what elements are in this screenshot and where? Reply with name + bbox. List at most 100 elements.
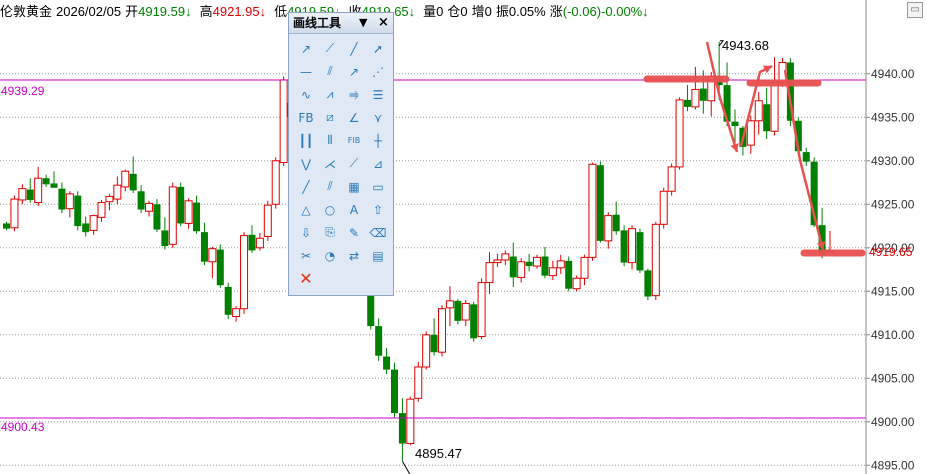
grid-icon[interactable]: ▦ bbox=[343, 176, 365, 197]
candle bbox=[145, 200, 154, 217]
palette-icon[interactable]: ◔ bbox=[319, 245, 341, 266]
candle bbox=[414, 361, 423, 402]
dual-slash-icon[interactable]: ⫽ bbox=[319, 176, 341, 197]
candle-body bbox=[121, 170, 130, 188]
gann-fan-icon[interactable]: ⟋ bbox=[343, 153, 365, 174]
candle-body bbox=[145, 202, 154, 212]
horizontal-levels bbox=[0, 40, 866, 474]
swap-icon[interactable]: ⇄ bbox=[343, 245, 365, 266]
up-arrow-icon[interactable]: ↗ bbox=[343, 61, 365, 82]
candle-body bbox=[636, 232, 644, 271]
candle-body bbox=[691, 88, 700, 108]
candle-body bbox=[97, 202, 106, 218]
candle bbox=[232, 306, 241, 322]
text-box-icon[interactable]: ☰ bbox=[367, 84, 389, 105]
down-arrow-mark-icon[interactable]: ⇩ bbox=[295, 222, 317, 243]
candle-body bbox=[137, 191, 145, 210]
candle bbox=[240, 232, 249, 314]
chart-settings-icon[interactable]: ▭ bbox=[907, 2, 923, 18]
toolbox-menu-icon[interactable]: ▼ bbox=[359, 13, 367, 33]
candle-body bbox=[683, 99, 691, 107]
candle bbox=[184, 198, 193, 229]
segment-icon[interactable]: ╱ bbox=[343, 38, 365, 59]
candle-body bbox=[422, 334, 431, 368]
candle-body bbox=[770, 82, 779, 132]
circle-icon[interactable]: ○ bbox=[319, 199, 341, 220]
drawing-toolbox[interactable]: 画线工具 ▼ × ↗ ⟋ ╱ ➚ — ⫽ ↗ ⋰ ∿ ⩘ ⥤ ☰ FB ⧄ ∠ ⋎ ┃┃ ⦀ FIB ┼ ⋁ ⋌ ⟋ ⊿ ╱ ⫽ ▦… bbox=[288, 12, 394, 296]
trend-arrow-icon[interactable]: ➚ bbox=[367, 38, 389, 59]
candle-body bbox=[596, 165, 604, 241]
candle-body bbox=[89, 215, 98, 231]
candle-body bbox=[461, 302, 470, 321]
amplitude: 振0.05% bbox=[495, 4, 546, 19]
eraser-icon[interactable]: ⌫ bbox=[367, 222, 389, 243]
candle bbox=[50, 171, 58, 188]
ruler-icon[interactable]: ▤ bbox=[367, 245, 389, 266]
candle-body bbox=[105, 195, 114, 203]
parallel-line-icon[interactable]: ⫽ bbox=[319, 61, 341, 82]
candle bbox=[659, 187, 668, 229]
wave-icon[interactable]: ∿ bbox=[295, 84, 317, 105]
text-icon[interactable]: A bbox=[343, 199, 365, 220]
vertical-lines-icon[interactable]: ┃┃ bbox=[295, 130, 317, 151]
fib-fan-icon[interactable]: ⧄ bbox=[319, 107, 341, 128]
arrow-line-icon[interactable]: ↗ bbox=[295, 38, 317, 59]
ray-icon[interactable]: ⟋ bbox=[319, 38, 341, 59]
candle-body bbox=[82, 223, 90, 233]
candle bbox=[454, 299, 462, 325]
instrument-name: 伦敦黄金 bbox=[0, 4, 53, 19]
candle bbox=[651, 221, 660, 300]
fan-down-icon[interactable]: ⋁ bbox=[295, 153, 317, 174]
candle bbox=[279, 76, 288, 167]
candle-body bbox=[754, 100, 763, 122]
candle bbox=[375, 318, 383, 361]
polyline-icon[interactable]: ⩘ bbox=[319, 84, 341, 105]
candle-body bbox=[470, 304, 478, 339]
candle bbox=[636, 228, 644, 274]
candle bbox=[763, 87, 771, 140]
axis-tick-label: 4935.00 bbox=[871, 110, 915, 124]
candle-body bbox=[580, 256, 589, 279]
candle-body bbox=[168, 186, 177, 245]
candle bbox=[754, 92, 763, 135]
candle-body bbox=[644, 270, 652, 297]
delete-icon[interactable]: ✕ bbox=[295, 268, 317, 289]
candle-body bbox=[533, 256, 542, 267]
candle-body bbox=[509, 256, 517, 278]
candle bbox=[26, 178, 34, 203]
candle-body bbox=[517, 261, 526, 278]
price-chart[interactable]: 4940.004935.004930.004925.004920.004915.… bbox=[0, 0, 927, 474]
triangle-icon[interactable]: △ bbox=[295, 199, 317, 220]
gann-grid-icon[interactable]: ┼ bbox=[367, 130, 389, 151]
channel-icon[interactable]: ⥤ bbox=[343, 84, 365, 105]
zigzag-icon[interactable]: ⋰ bbox=[367, 61, 389, 82]
fib-time-icon[interactable]: FIB bbox=[343, 130, 365, 151]
candle-body bbox=[74, 195, 82, 227]
up-arrow-mark-icon[interactable]: ⇧ bbox=[367, 199, 389, 220]
horizontal-line-icon[interactable]: — bbox=[295, 61, 317, 82]
fork-icon[interactable]: ⋎ bbox=[367, 107, 389, 128]
trend-angle-icon[interactable]: ∠ bbox=[343, 107, 365, 128]
cycle-lines-icon[interactable]: ⦀ bbox=[319, 130, 341, 151]
candle-body bbox=[129, 173, 137, 191]
copy-icon[interactable]: ⎘ bbox=[319, 222, 341, 243]
candle-body bbox=[10, 198, 19, 229]
slash-icon[interactable]: ╱ bbox=[295, 176, 317, 197]
gann-box-icon[interactable]: ⊿ bbox=[367, 153, 389, 174]
candle-body bbox=[802, 152, 810, 162]
fib-icon[interactable]: FB bbox=[295, 107, 317, 128]
rectangle-icon[interactable]: ▭ bbox=[367, 176, 389, 197]
candle bbox=[667, 163, 676, 196]
fan-lines-icon[interactable]: ⋌ bbox=[319, 153, 341, 174]
candle-body bbox=[477, 282, 486, 338]
toolbox-close-icon[interactable]: × bbox=[378, 13, 389, 33]
candle bbox=[541, 246, 549, 279]
candle bbox=[177, 182, 185, 227]
high-label: 高 bbox=[199, 4, 213, 19]
toolbox-titlebar[interactable]: 画线工具 ▼ × bbox=[289, 13, 393, 34]
axis-tick-label: 4940.00 bbox=[871, 67, 915, 81]
pen-icon[interactable]: ✎ bbox=[343, 222, 365, 243]
candle-body bbox=[42, 178, 50, 185]
candle bbox=[65, 191, 74, 218]
tools-icon[interactable]: ✂ bbox=[295, 245, 317, 266]
